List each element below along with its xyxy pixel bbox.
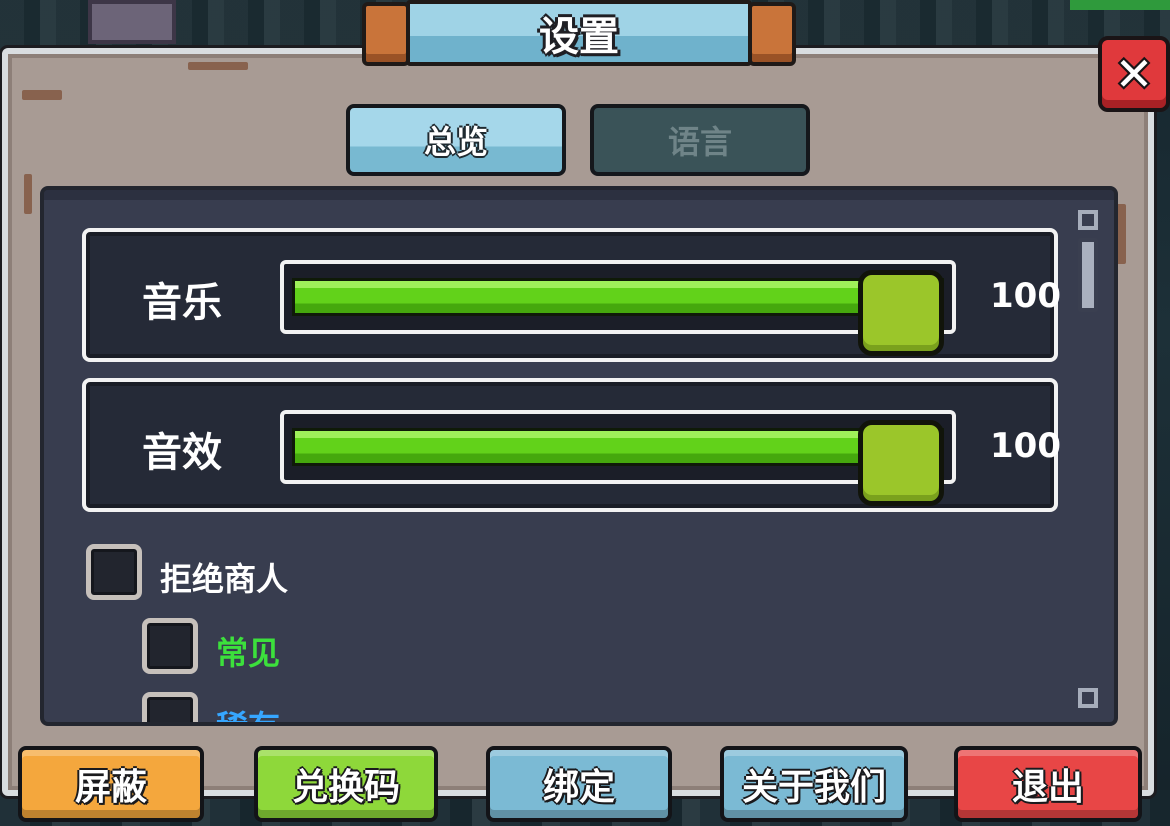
sfx-label: 音效 [142, 430, 222, 476]
page-title: 设置 [539, 14, 619, 60]
refuse-merchant-label: 拒绝商人 [160, 560, 289, 598]
title-banner-center: 设置 [406, 0, 752, 66]
redeem-code-button[interactable]: 兑换码 [254, 746, 438, 822]
sfx-slider-knob[interactable] [858, 420, 944, 506]
music-label: 音乐 [142, 280, 222, 326]
scroll-down-button[interactable] [1078, 688, 1098, 708]
rare-label: 稀有 [216, 702, 280, 722]
music-slider-row: 音乐 100 [82, 228, 1061, 362]
tab-language[interactable]: 语言 [590, 104, 810, 176]
content-top-shade [44, 190, 1114, 200]
title-banner: 设置 [362, 0, 796, 70]
title-banner-cap-right [748, 2, 796, 66]
music-value: 100 [990, 276, 1061, 316]
scrollbar-thumb[interactable] [1078, 238, 1098, 312]
rust-decoration [24, 174, 32, 214]
background-health-bar [1070, 0, 1170, 10]
block-button[interactable]: 屏蔽 [18, 746, 204, 822]
settings-content: 音乐 100 音效 100 拒绝商人 常见 稀有 [40, 186, 1118, 726]
common-label: 常见 [216, 634, 281, 672]
exit-button[interactable]: 退出 [954, 746, 1142, 822]
close-icon: ✕ [1114, 47, 1154, 101]
scroll-up-button[interactable] [1078, 210, 1098, 230]
sfx-slider-track[interactable] [280, 410, 956, 506]
about-us-button[interactable]: 关于我们 [720, 746, 908, 822]
bind-button[interactable]: 绑定 [486, 746, 672, 822]
title-banner-cap-left [362, 2, 410, 66]
close-button[interactable]: ✕ [1098, 36, 1170, 112]
music-slider-fill [292, 278, 944, 316]
rust-decoration [22, 90, 62, 100]
music-slider-track[interactable] [280, 260, 956, 356]
rare-checkbox[interactable] [142, 692, 198, 722]
background-machine [88, 0, 176, 44]
sfx-value: 100 [990, 426, 1061, 466]
sfx-slider-row: 音效 100 [82, 378, 1061, 512]
refuse-merchant-checkbox[interactable] [86, 544, 142, 600]
sfx-slider-fill [292, 428, 944, 466]
common-checkbox[interactable] [142, 618, 198, 674]
tab-overview[interactable]: 总览 [346, 104, 566, 176]
music-slider-knob[interactable] [858, 270, 944, 356]
rust-decoration [188, 62, 248, 70]
